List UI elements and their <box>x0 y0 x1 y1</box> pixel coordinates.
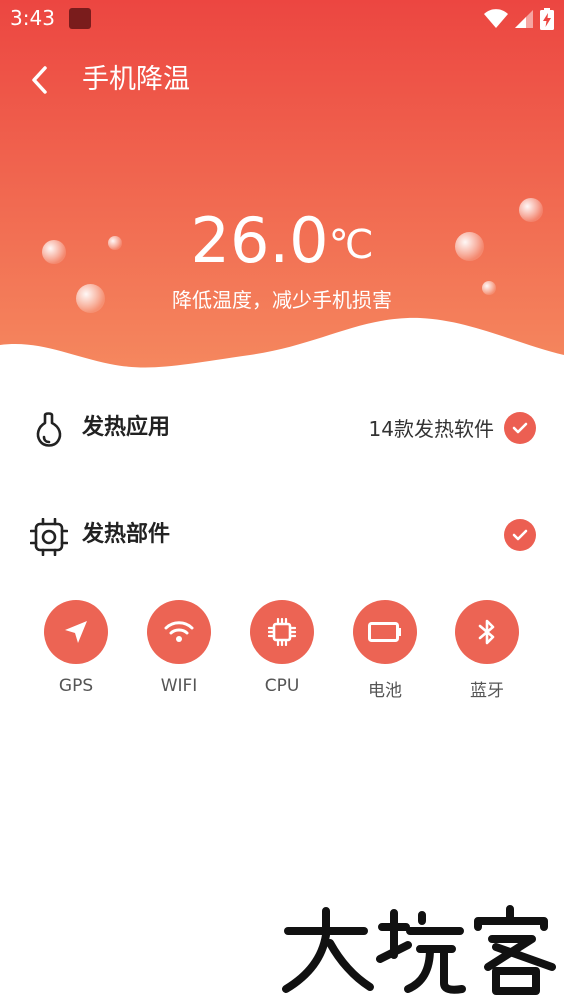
wifi-component[interactable]: WIFI <box>134 600 224 696</box>
cpu-component[interactable]: CPU <box>237 600 327 696</box>
bluetooth-label: 蓝牙 <box>470 681 504 701</box>
wifi-button[interactable] <box>147 600 211 664</box>
battery-label: 电池 <box>368 681 402 701</box>
cpu-button[interactable] <box>250 600 314 664</box>
page-title: 手机降温 <box>82 64 190 95</box>
temperature-number: 26.0 <box>190 204 329 277</box>
app-notification-icon <box>69 8 91 29</box>
check-icon <box>504 519 536 551</box>
gps-button[interactable] <box>44 600 108 664</box>
check-icon <box>504 412 536 444</box>
bluetooth-button[interactable] <box>455 600 519 664</box>
navigation-arrow-icon <box>65 621 87 643</box>
battery-button[interactable] <box>353 600 417 664</box>
temperature-unit: ℃ <box>328 222 374 268</box>
heating-apps-row[interactable]: 发热应用 14款发热软件 <box>0 397 564 461</box>
heating-apps-count: 14款发热软件 <box>368 417 494 441</box>
battery-component[interactable]: 电池 <box>340 600 430 701</box>
phone-cooling-screen: 26.0℃ 降低温度，减少手机损害 3:43 手机降温 发热应用 14款发热软件 <box>0 0 564 1002</box>
wifi-signal-icon <box>484 9 508 28</box>
status-bar: 3:43 <box>0 0 564 38</box>
hardware-components: GPS WIFI CPU 电池 蓝牙 <box>0 600 564 710</box>
gourd-heat-icon <box>36 412 62 447</box>
gps-label: GPS <box>58 676 94 696</box>
temperature-subtitle: 降低温度，减少手机损害 <box>172 288 392 312</box>
bluetooth-icon <box>478 619 495 645</box>
back-arrow-icon <box>32 66 47 94</box>
cpu-label: CPU <box>264 676 300 696</box>
heating-parts-row[interactable]: 发热部件 <box>0 504 564 568</box>
bluetooth-component[interactable]: 蓝牙 <box>442 600 532 701</box>
wifi-label: WIFI <box>160 676 198 696</box>
heating-apps-title: 发热应用 <box>82 415 171 440</box>
wifi-icon <box>164 621 194 642</box>
gps-component[interactable]: GPS <box>31 600 121 696</box>
top-app-bar: 手机降温 <box>0 50 564 110</box>
status-icons <box>484 8 554 30</box>
back-button[interactable] <box>20 62 60 98</box>
heating-parts-title: 发热部件 <box>82 522 171 547</box>
cellular-signal-icon <box>515 10 533 28</box>
cpu-chip-icon <box>268 618 296 646</box>
chip-component-icon <box>30 518 68 556</box>
battery-charging-icon <box>540 8 554 30</box>
battery-icon <box>368 622 401 642</box>
temperature-value: 26.0℃ <box>0 205 564 281</box>
watermark-logo <box>282 905 556 995</box>
status-time: 3:43 <box>10 6 55 30</box>
